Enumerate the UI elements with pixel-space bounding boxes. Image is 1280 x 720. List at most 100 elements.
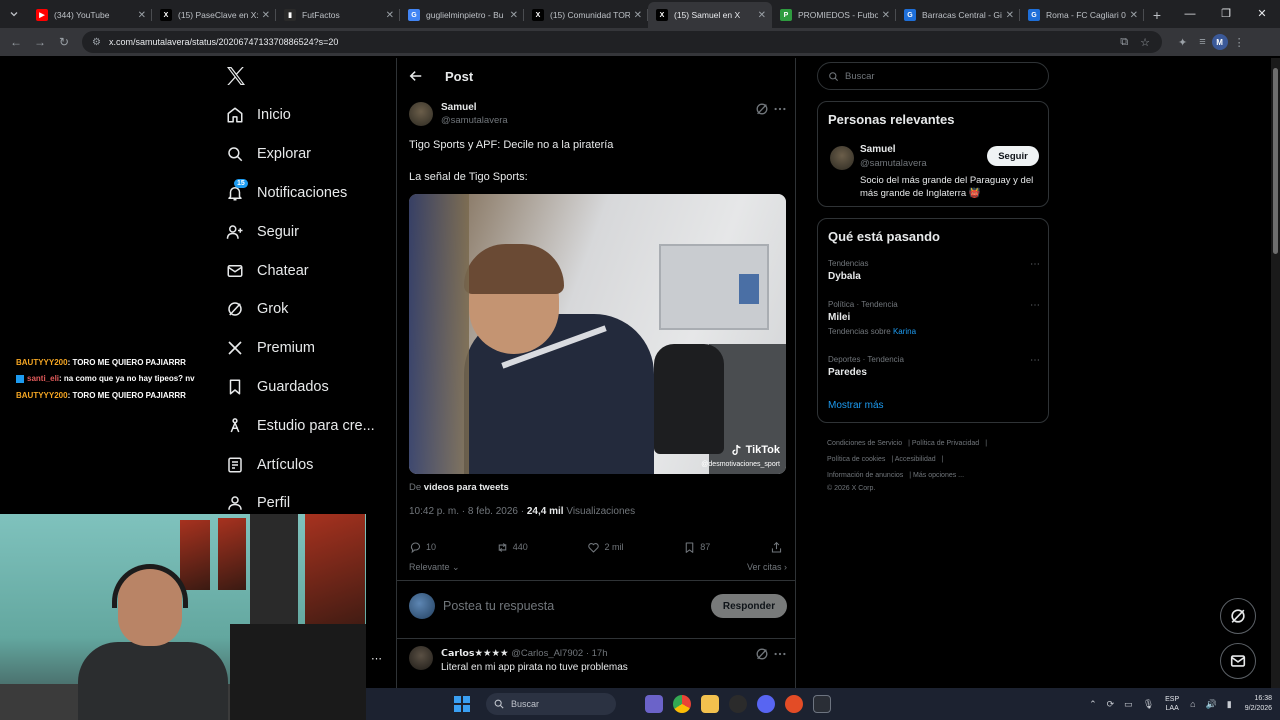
tab-close-icon[interactable]: ✕ [1130, 10, 1138, 21]
messages-fab-button[interactable] [1220, 643, 1256, 679]
nav-item-articulos[interactable]: Artículos [226, 445, 396, 484]
reply-action[interactable]: 10 [409, 541, 436, 554]
nav-item-estudio[interactable]: Estudio para cre... [226, 406, 396, 445]
footer-link[interactable]: Condiciones de Servicio [827, 440, 902, 447]
avatar[interactable] [830, 146, 854, 170]
windows-start-icon[interactable] [454, 696, 470, 712]
relevant-handle[interactable]: @samutalavera [860, 158, 927, 169]
nav-item-premium[interactable]: Premium [226, 329, 396, 368]
footer-link[interactable]: Más opciones ... [913, 472, 964, 479]
bookmark-action[interactable]: 87 [683, 541, 710, 554]
terminal-icon[interactable] [813, 695, 831, 713]
more-icon[interactable] [773, 102, 787, 116]
tray-overflow-icon[interactable]: ⌃ [1089, 699, 1097, 710]
trend-sub-link[interactable]: Karina [893, 327, 916, 336]
grok-icon[interactable] [755, 102, 769, 116]
browser-tab[interactable]: X (15) Comunidad TOR ✕ [524, 2, 648, 28]
minimize-icon[interactable]: — [1172, 0, 1208, 28]
trend-item[interactable]: Deportes · Tendencia Paredes ⋯ [828, 355, 1040, 378]
forward-button[interactable]: → [28, 30, 52, 54]
footer-link[interactable]: Accesibilidad [895, 456, 936, 463]
footer-link[interactable]: Política de cookies [827, 456, 885, 463]
post-timestamp[interactable]: 10:42 p. m. · 8 feb. 2026 · [409, 506, 524, 517]
relevant-name[interactable]: Samuel [860, 144, 896, 155]
reply-input[interactable]: Postea tu respuesta [443, 599, 711, 613]
site-info-icon[interactable]: ⚙ [92, 37, 101, 48]
reply-button[interactable]: Responder [711, 594, 787, 618]
view-quotes-link[interactable]: Ver citas › [747, 562, 787, 573]
tab-search-button[interactable] [0, 0, 28, 28]
author-handle[interactable]: @samutalavera [441, 115, 508, 126]
reply-author-name[interactable]: 𝗖𝗮𝗿𝗹𝗼𝘀★★★★ [441, 648, 509, 659]
post-author[interactable]: Samuel @samutalavera [409, 102, 508, 126]
back-arrow-icon[interactable] [409, 69, 423, 83]
battery-icon[interactable]: ▮ [1227, 699, 1232, 710]
avatar[interactable] [409, 646, 433, 670]
tab-close-icon[interactable]: ✕ [510, 10, 518, 21]
more-options-icon[interactable]: ⋯ [371, 652, 382, 665]
back-button[interactable]: ← [4, 30, 28, 54]
browser-tab[interactable]: X (15) PaseClave en X: ✕ [152, 2, 276, 28]
share-action[interactable] [770, 541, 787, 554]
repost-action[interactable]: 440 [496, 541, 528, 554]
app-icon[interactable] [785, 695, 803, 713]
tab-close-icon[interactable]: ✕ [634, 10, 642, 21]
source-link[interactable]: videos para tweets [424, 482, 509, 493]
chrome-menu-icon[interactable]: ⋮ [1234, 36, 1245, 49]
browser-tab[interactable]: Gguglielminpietro - Bu ✕ [400, 2, 524, 28]
microphone-icon[interactable]: 🎙 [1143, 699, 1154, 710]
nav-item-explorar[interactable]: Explorar [226, 135, 396, 174]
file-explorer-icon[interactable] [701, 695, 719, 713]
nav-item-guardados[interactable]: Guardados [226, 368, 396, 407]
browser-tab[interactable]: ▮ FutFactos ✕ [276, 2, 400, 28]
taskbar-search[interactable]: Buscar [486, 693, 616, 715]
footer-link[interactable]: Información de anuncios [827, 472, 903, 479]
nav-item-notificaciones[interactable]: 15 Notificaciones [226, 174, 396, 213]
more-icon[interactable] [773, 647, 787, 661]
teams-icon[interactable] [645, 695, 663, 713]
post-video[interactable]: TikTok @desmotivaciones_sport [409, 194, 786, 474]
show-more-link[interactable]: Mostrar más [828, 400, 884, 411]
omnibox[interactable]: ⚙ x.com/samutalavera/status/202067471337… [82, 31, 1162, 53]
page-scrollbar[interactable] [1271, 58, 1280, 688]
tab-close-icon[interactable]: ✕ [386, 10, 394, 21]
trend-item[interactable]: Política · Tendencia Milei Tendencias so… [828, 300, 1040, 336]
tab-close-icon[interactable]: ✕ [262, 10, 270, 21]
reload-button[interactable]: ↻ [52, 30, 76, 54]
nav-item-seguir[interactable]: Seguir [226, 212, 396, 251]
sort-dropdown[interactable]: Relevante ⌄ [409, 562, 460, 573]
follow-button[interactable]: Seguir [987, 146, 1039, 166]
more-icon[interactable]: ⋯ [1030, 259, 1040, 270]
tab-close-icon[interactable]: ✕ [882, 10, 890, 21]
new-tab-button[interactable]: + [1144, 2, 1170, 28]
more-icon[interactable]: ⋯ [1030, 355, 1040, 366]
footer-link[interactable]: Política de Privacidad [912, 440, 979, 447]
reply-author-handle[interactable]: @Carlos_Al7902 · 17h [511, 648, 607, 659]
close-window-icon[interactable]: ✕ [1244, 0, 1280, 28]
grok-fab-button[interactable] [1220, 598, 1256, 634]
profile-avatar[interactable]: M [1211, 34, 1228, 50]
author-name[interactable]: Samuel [441, 102, 508, 113]
x-logo-icon[interactable] [224, 64, 248, 88]
nav-item-inicio[interactable]: Inicio [226, 96, 396, 135]
browser-tab[interactable]: G Barracas Central - Gi ✕ [896, 2, 1020, 28]
search-input[interactable]: Buscar [817, 62, 1049, 90]
tab-close-icon[interactable]: ✕ [138, 10, 146, 21]
maximize-icon[interactable]: ❐ [1208, 0, 1244, 28]
language-indicator[interactable]: ESP LAA [1165, 695, 1179, 713]
display-icon[interactable]: ▭ [1124, 699, 1133, 710]
browser-tab[interactable]: P PROMIEDOS - Futbo ✕ [772, 2, 896, 28]
more-icon[interactable]: ⋯ [1030, 300, 1040, 311]
nav-item-chatear[interactable]: Chatear [226, 251, 396, 290]
nav-item-grok[interactable]: Grok [226, 290, 396, 329]
reading-list-icon[interactable]: ≡ [1199, 36, 1205, 48]
obs-icon[interactable] [729, 695, 747, 713]
chrome-icon[interactable] [673, 695, 691, 713]
tab-close-icon[interactable]: ✕ [1006, 10, 1014, 21]
avatar[interactable] [409, 102, 433, 126]
bookmark-star-icon[interactable]: ☆ [1140, 36, 1150, 49]
taskbar-clock[interactable]: 16:38 9/2/2026 [1245, 694, 1272, 714]
browser-tab[interactable]: ▶ (344) YouTube ✕ [28, 2, 152, 28]
like-action[interactable]: 2 mil [587, 541, 624, 554]
browser-tab[interactable]: X (15) Samuel en X ✕ [648, 2, 772, 28]
